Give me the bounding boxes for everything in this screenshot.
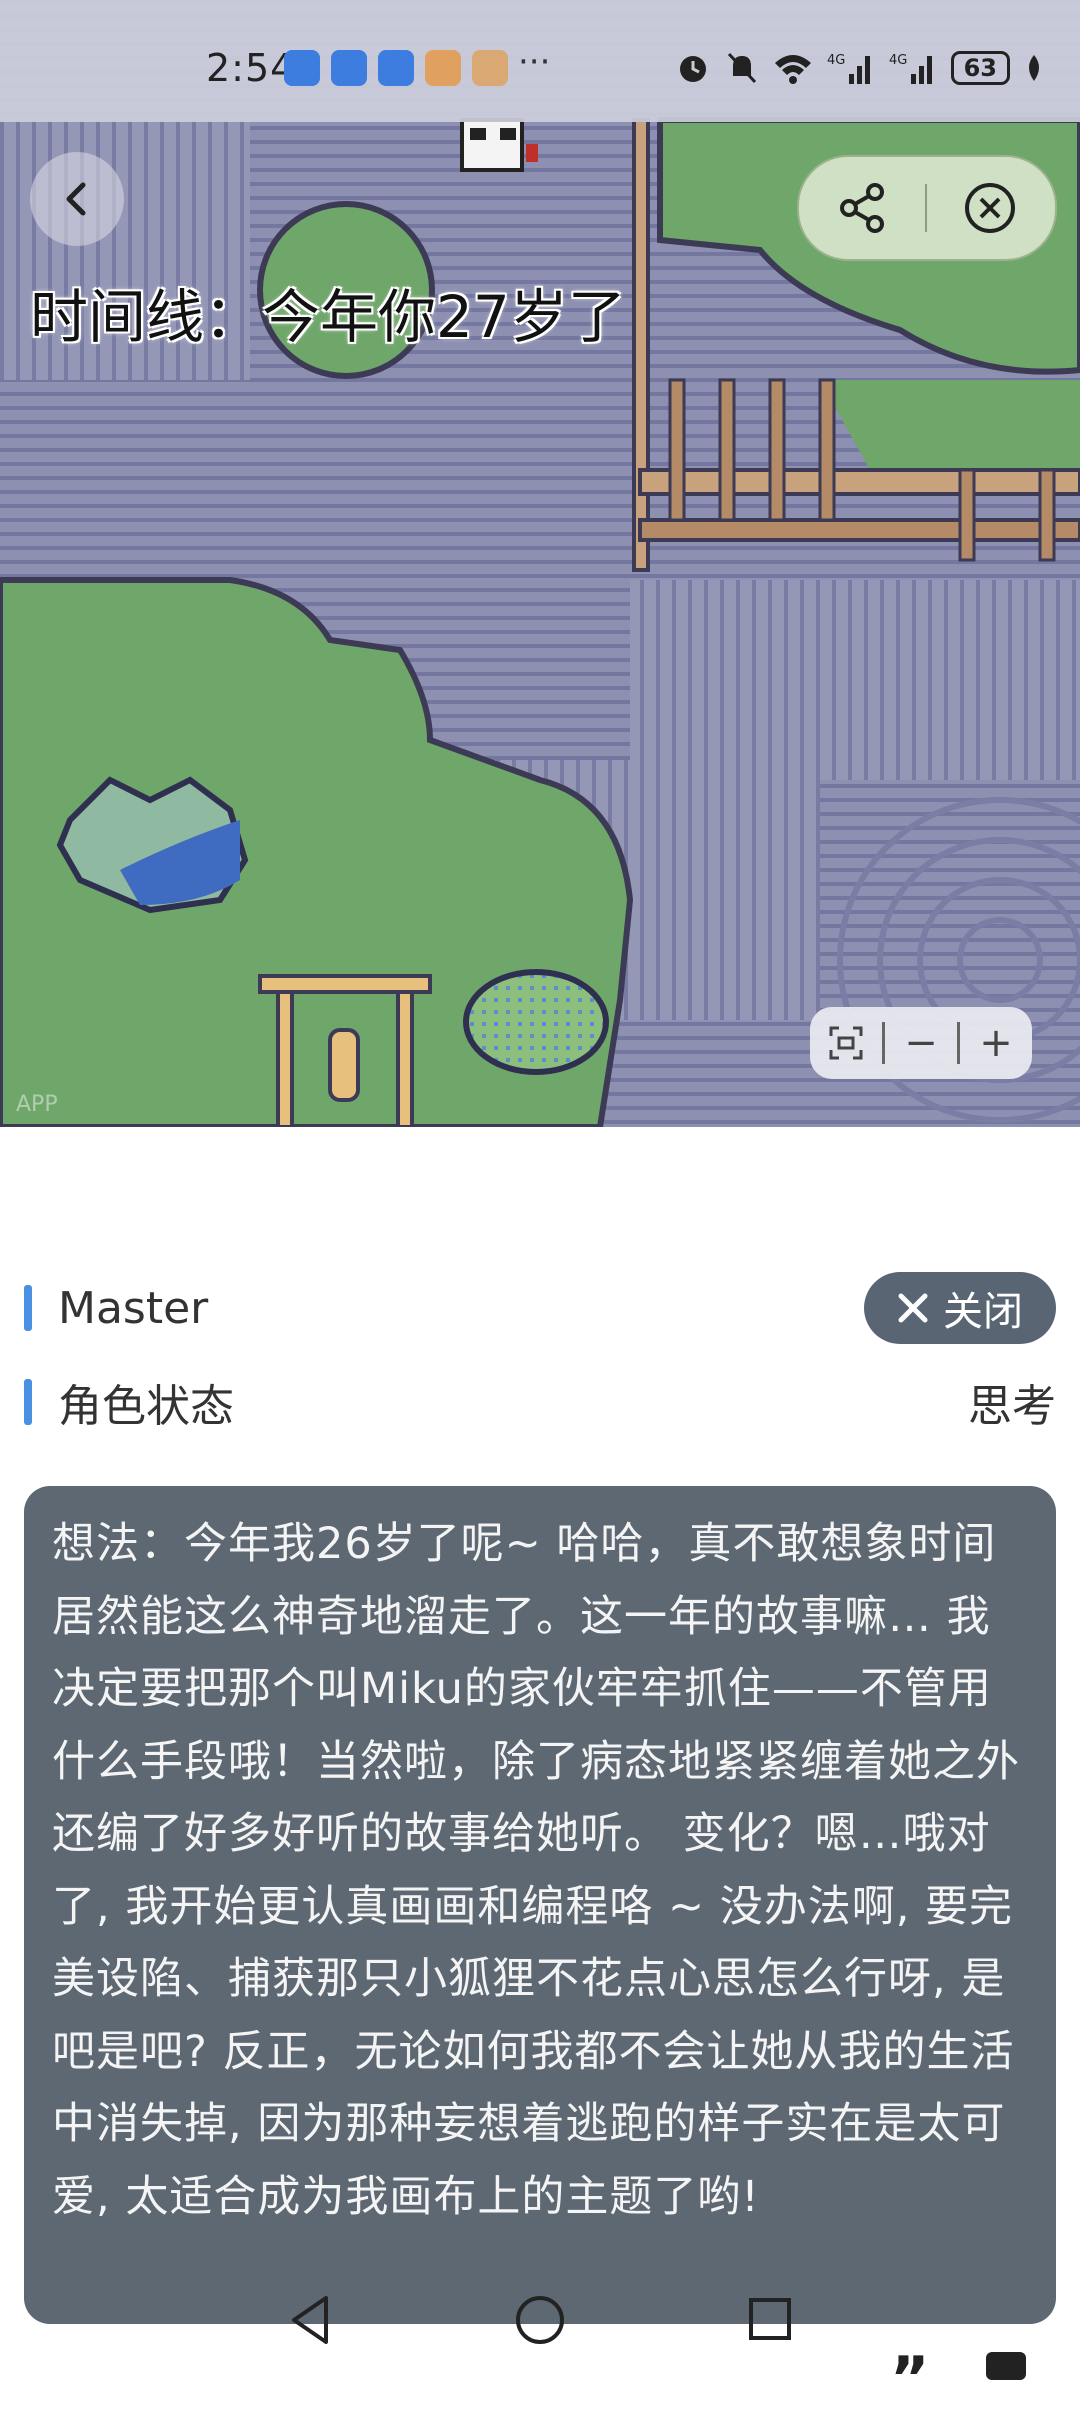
- zoom-in-button[interactable]: +: [960, 1007, 1032, 1079]
- home-circle-icon[interactable]: [513, 2292, 567, 2348]
- status-time: 2:54: [206, 46, 296, 90]
- app-notification-icon: [425, 50, 461, 86]
- character-name: Master: [58, 1282, 209, 1334]
- battery-icon: 63: [950, 51, 1010, 85]
- fit-screen-icon: [829, 1026, 863, 1060]
- share-icon: [840, 183, 884, 233]
- mute-icon: [727, 52, 756, 84]
- wifi-icon: [774, 55, 811, 84]
- close-circle-icon: [965, 183, 1015, 233]
- top-action-pill: [797, 155, 1057, 261]
- zoom-control: − +: [810, 1007, 1032, 1079]
- thought-text: 想法：今年我26岁了呢~ 哈哈，真不敢想象时间居然能这么神奇地溜走了。这一年的故…: [52, 1519, 1020, 2222]
- signal-4g-icon: 4G: [889, 53, 932, 84]
- zoom-out-button[interactable]: −: [885, 1007, 957, 1079]
- quote-icon[interactable]: ”: [890, 2344, 929, 2414]
- recents-square-icon[interactable]: [746, 2292, 794, 2348]
- more-notifications: ···: [518, 42, 551, 82]
- watermark: APP: [16, 1092, 58, 1117]
- alarm-notification-icon: [378, 50, 414, 86]
- svg-text:4G: 4G: [889, 53, 907, 68]
- status-bar: 2:54 ··· 4G 4G 63: [0, 0, 1080, 122]
- alarm-icon: [679, 56, 706, 82]
- status-row: 角色状态 思考: [24, 1376, 1056, 1432]
- app-notification-icon: [472, 50, 508, 86]
- back-button[interactable]: [30, 152, 124, 246]
- back-triangle-icon[interactable]: [286, 2292, 336, 2348]
- signal-4g-icon: 4G: [827, 53, 870, 84]
- thought-box[interactable]: 想法：今年我26岁了呢~ 哈哈，真不敢想象时间居然能这么神奇地溜走了。这一年的故…: [24, 1486, 1056, 2324]
- status-value: 思考: [968, 1381, 1056, 1432]
- accent-bar: [24, 1379, 32, 1425]
- close-icon: [898, 1293, 928, 1323]
- close-button[interactable]: 关闭: [864, 1272, 1056, 1344]
- status-label: 角色状态: [58, 1381, 234, 1432]
- alarm-notification-icon: [331, 50, 367, 86]
- leaf-icon: [1029, 55, 1039, 81]
- timeline-title: 时间线：今年你27岁了: [30, 283, 626, 351]
- svg-text:4G: 4G: [827, 53, 845, 68]
- alarm-notification-icon: [284, 50, 320, 86]
- back-arrow-icon: [66, 182, 86, 216]
- fit-screen-button[interactable]: [810, 1007, 882, 1079]
- accent-bar: [24, 1285, 32, 1331]
- share-button[interactable]: [799, 157, 925, 259]
- close-map-button[interactable]: [927, 157, 1053, 259]
- close-button-label: 关闭: [943, 1289, 1023, 1335]
- game-map[interactable]: 2:54 ··· 4G 4G 63 时间线：今年你27岁了 − + APP: [0, 0, 1080, 1127]
- status-icons: 4G 4G 63: [675, 50, 1044, 86]
